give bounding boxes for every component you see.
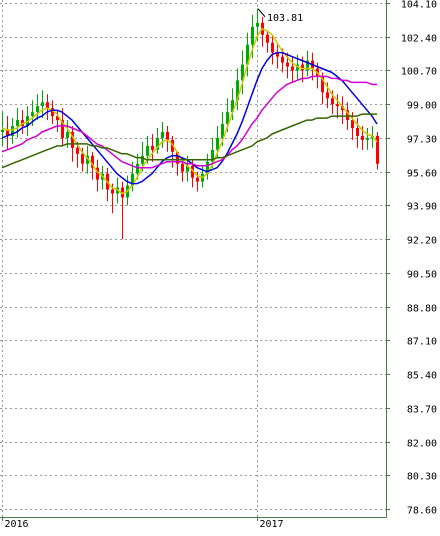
candle-up — [136, 163, 139, 174]
candle-down — [151, 145, 154, 150]
y-tick-label: 78.60 — [407, 506, 437, 517]
candle-down — [76, 147, 79, 154]
candle-up — [66, 131, 69, 138]
candle-down — [196, 177, 199, 182]
y-tick-label: 85.40 — [407, 371, 437, 382]
candle-down — [271, 42, 274, 53]
y-tick-label: 104.10 — [401, 0, 437, 11]
candle-up — [31, 112, 34, 117]
y-tick-label: 97.30 — [407, 135, 437, 146]
candlestick-chart: 78.60 80.30 82.00 83.70 85.40 87.10 88.80 90.50… — [0, 0, 438, 530]
y-tick-label: 90.50 — [407, 270, 437, 281]
y-tick-label: 83.70 — [407, 405, 437, 416]
tick-labels: 78.60 80.30 82.00 83.70 85.40 87.10 88.80 90.50… — [5, 0, 438, 530]
candle-down — [281, 56, 284, 63]
candle-down — [181, 163, 184, 172]
candle-down — [111, 189, 114, 194]
candle-down — [166, 131, 169, 140]
y-tick-label: 87.10 — [407, 337, 437, 348]
candle-up — [1, 129, 4, 132]
y-tick-label: 100.70 — [401, 67, 437, 78]
moving-average-line — [1, 113, 377, 169]
candle-down — [361, 135, 364, 140]
candle-up — [36, 106, 39, 113]
y-tick-label: 99.00 — [407, 101, 437, 112]
candle-up — [256, 22, 259, 27]
candle-up — [41, 102, 44, 107]
candle-down — [331, 98, 334, 105]
candle-down — [336, 104, 339, 107]
y-tick-label: 88.80 — [407, 304, 437, 315]
x-tick-label: 2017 — [260, 519, 284, 530]
candle-up — [146, 145, 149, 156]
candle-up — [251, 26, 254, 45]
moving-averages — [1, 28, 378, 195]
candles — [1, 8, 379, 240]
annotation-label: 103.81 — [267, 13, 303, 24]
candle-down — [326, 92, 329, 99]
candle-up — [161, 131, 164, 138]
candle-down — [356, 128, 359, 136]
candle-up — [141, 155, 144, 164]
candle-down — [81, 153, 84, 164]
chart: 78.60 80.30 82.00 83.70 85.40 87.10 88.80 90.50… — [0, 0, 440, 532]
candle-down — [46, 102, 49, 109]
candle-down — [351, 120, 354, 129]
y-tick-label: 102.40 — [401, 34, 437, 45]
candle-up — [16, 120, 19, 127]
candle-up — [366, 137, 369, 140]
moving-average-line — [1, 75, 377, 169]
x-tick-label: 2016 — [5, 519, 29, 530]
candle-down — [291, 66, 294, 71]
y-tick-label: 92.20 — [407, 236, 437, 247]
candle-down — [266, 34, 269, 43]
y-tick-label: 80.30 — [407, 472, 437, 483]
y-tick-label: 95.60 — [407, 169, 437, 180]
y-tick-label: 93.90 — [407, 202, 437, 213]
candle-up — [216, 137, 219, 150]
candle-down — [286, 62, 289, 67]
annotation-leader — [257, 8, 266, 18]
y-tick-label: 82.00 — [407, 439, 437, 450]
